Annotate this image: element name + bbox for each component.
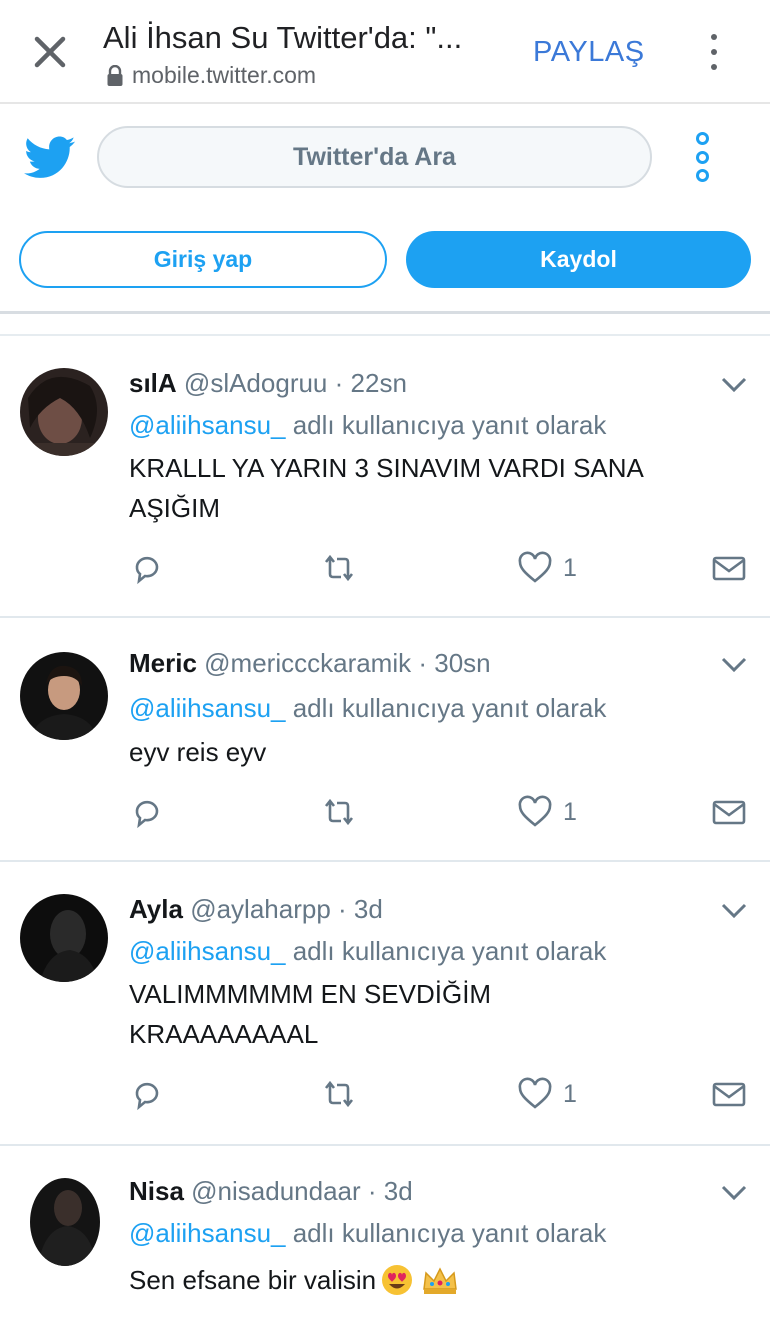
tweet-author-handle[interactable]: @slAdogruu	[184, 368, 327, 398]
reply-icon	[135, 800, 159, 829]
chevron-down-icon[interactable]	[720, 656, 748, 674]
heart-icon	[518, 551, 552, 583]
reply-button[interactable]	[129, 1074, 165, 1114]
mention-link[interactable]: @aliihsansu_	[129, 410, 285, 440]
tweet-actions: 1	[129, 792, 749, 832]
retweet-icon	[324, 554, 354, 582]
reply-button[interactable]	[129, 548, 165, 588]
mention-link[interactable]: @aliihsansu_	[129, 1218, 285, 1248]
heart-icon	[518, 1077, 552, 1109]
divider	[0, 314, 770, 336]
lock-icon	[107, 64, 123, 86]
like-button[interactable]: 1	[517, 548, 577, 588]
reply-button[interactable]	[129, 792, 165, 832]
envelope-icon	[712, 556, 746, 581]
twitter-logo-icon[interactable]	[24, 136, 76, 180]
browser-menu-icon[interactable]	[700, 30, 728, 74]
url-bar[interactable]: mobile.twitter.com	[106, 62, 316, 89]
message-button[interactable]	[711, 1074, 747, 1114]
tweet-author-handle[interactable]: @mericcckaramik	[204, 648, 411, 678]
browser-toolbar: Ali İhsan Su Twitter'da: "... mobile.twi…	[0, 0, 770, 104]
avatar[interactable]	[20, 368, 108, 456]
twitter-header: Twitter'da Ara Giriş yap Kaydol	[0, 106, 770, 314]
search-input[interactable]: Twitter'da Ara	[97, 126, 652, 188]
tweet[interactable]: sılA @slAdogruu · 22sn @aliihsansu_ adlı…	[0, 338, 770, 618]
tweet-actions: 1	[129, 1074, 749, 1114]
crown-emoji	[423, 1267, 457, 1294]
tweet-text: eyv reis eyv	[129, 737, 267, 767]
mention-link[interactable]: @aliihsansu_	[129, 936, 285, 966]
retweet-button[interactable]	[321, 548, 357, 588]
like-count: 1	[563, 553, 577, 582]
avatar[interactable]	[30, 1178, 100, 1266]
tweet-timestamp[interactable]: · 30sn	[418, 648, 490, 678]
login-button[interactable]: Giriş yap	[19, 231, 387, 288]
close-icon[interactable]	[28, 30, 72, 74]
envelope-icon	[712, 1082, 746, 1107]
message-button[interactable]	[711, 792, 747, 832]
tweet-author-name[interactable]: sılA	[129, 368, 177, 398]
reply-context: @aliihsansu_ adlı kullanıcıya yanıt olar…	[129, 1218, 607, 1248]
mention-link[interactable]: @aliihsansu_	[129, 693, 285, 723]
page-title: Ali İhsan Su Twitter'da: "...	[103, 20, 463, 55]
tweet-author-handle[interactable]: @nisadundaar	[191, 1176, 361, 1206]
retweet-icon	[324, 1080, 354, 1108]
reply-context: @aliihsansu_ adlı kullanıcıya yanıt olar…	[129, 693, 607, 723]
heart-icon	[518, 795, 552, 827]
tweet-text: VALIMMMMMM EN SEVDİĞİM KRAAAAAAAAL	[129, 979, 492, 1049]
reply-icon	[135, 556, 159, 585]
retweet-button[interactable]	[321, 1074, 357, 1114]
avatar[interactable]	[20, 652, 108, 740]
tweet-author-name[interactable]: Ayla	[129, 894, 183, 924]
envelope-icon	[712, 800, 746, 825]
url-text: mobile.twitter.com	[132, 62, 317, 88]
like-button[interactable]: 1	[517, 1074, 577, 1114]
reply-context: @aliihsansu_ adlı kullanıcıya yanıt olar…	[129, 410, 607, 440]
tweet-timestamp[interactable]: · 3d	[368, 1176, 413, 1206]
tweet-timestamp[interactable]: · 22sn	[335, 368, 407, 398]
chevron-down-icon[interactable]	[720, 376, 748, 394]
tweet[interactable]: Ayla @aylaharpp · 3d @aliihsansu_ adlı k…	[0, 864, 770, 1146]
heart-eyes-emoji	[382, 1265, 413, 1295]
retweet-icon	[324, 798, 354, 826]
tweet-author-name[interactable]: Nisa	[129, 1176, 184, 1206]
avatar[interactable]	[20, 894, 108, 982]
share-button[interactable]: PAYLAŞ	[533, 36, 645, 69]
tweet-author-name[interactable]: Meric	[129, 648, 197, 678]
reply-context: @aliihsansu_ adlı kullanıcıya yanıt olar…	[129, 936, 607, 966]
like-count: 1	[563, 797, 577, 826]
tweet[interactable]: Meric @mericcckaramik · 30sn @aliihsansu…	[0, 620, 770, 862]
signup-button[interactable]: Kaydol	[406, 231, 751, 288]
like-count: 1	[563, 1079, 577, 1108]
more-options-icon[interactable]	[690, 132, 714, 182]
like-button[interactable]: 1	[517, 792, 577, 832]
chevron-down-icon[interactable]	[720, 902, 748, 920]
retweet-button[interactable]	[321, 792, 357, 832]
message-button[interactable]	[711, 548, 747, 588]
chevron-down-icon[interactable]	[720, 1184, 748, 1202]
tweet-timestamp[interactable]: · 3d	[338, 894, 383, 924]
reply-icon	[135, 1082, 159, 1111]
tweet-text: Sen efsane bir valisin	[129, 1260, 739, 1300]
tweet[interactable]: Nisa @nisadundaar · 3d @aliihsansu_ adlı…	[0, 1148, 770, 1317]
tweet-author-handle[interactable]: @aylaharpp	[190, 894, 331, 924]
tweet-actions: 1	[129, 548, 749, 588]
tweet-text: KRALLL YA YARIN 3 SINAVIM VARDI SANA AŞI…	[129, 453, 643, 523]
